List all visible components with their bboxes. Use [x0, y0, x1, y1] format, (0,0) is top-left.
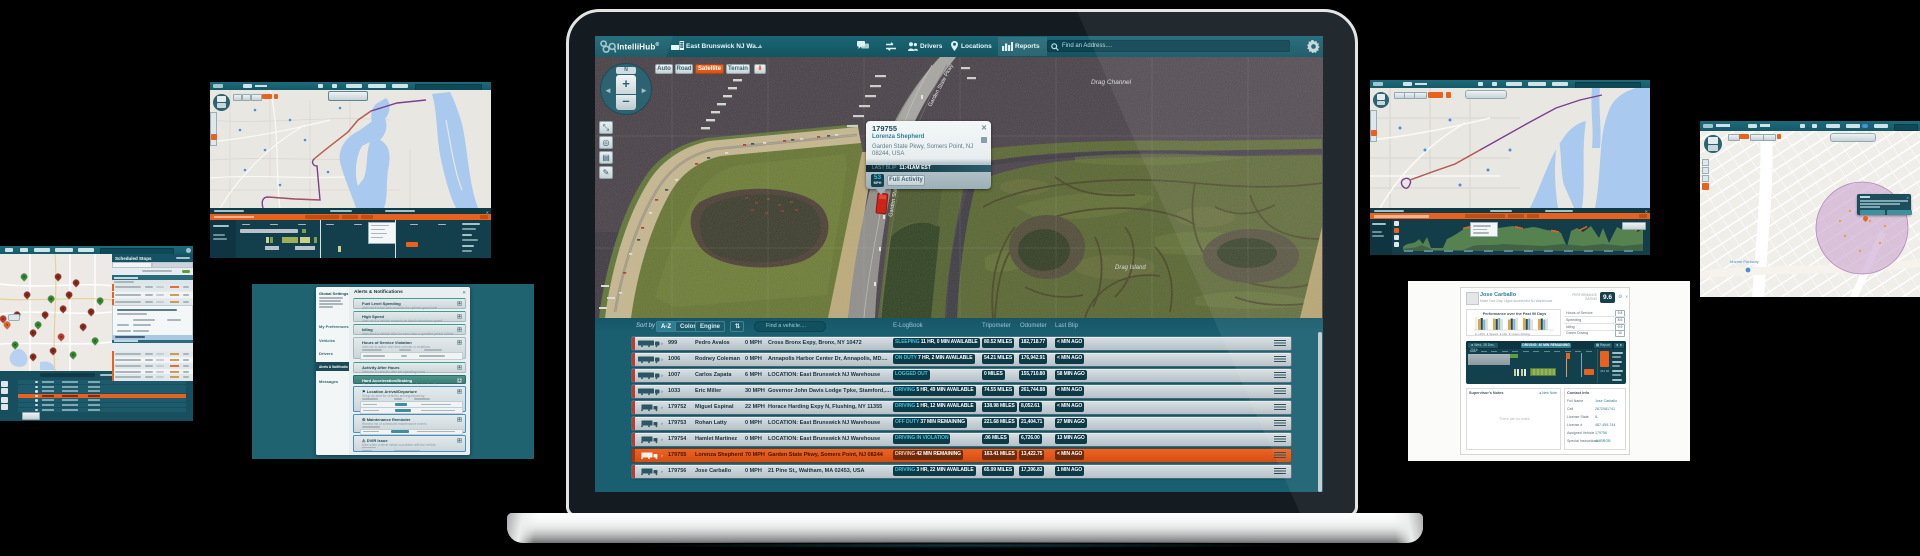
- svg-text:Drag Island: Drag Island: [1115, 265, 1146, 271]
- svg-text:Drag Channel: Drag Channel: [1091, 79, 1132, 86]
